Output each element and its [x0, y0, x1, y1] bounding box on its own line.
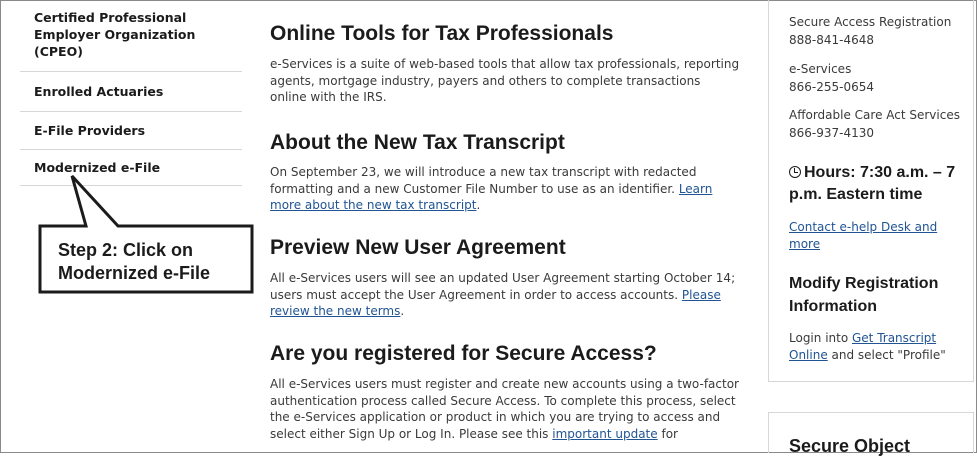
clock-icon	[789, 166, 801, 178]
contact-help-desk-link[interactable]: Contact e-help Desk and	[789, 219, 937, 236]
contact-name: Affordable Care Act Services	[789, 108, 960, 122]
secure-object-panel: Secure Object	[768, 412, 974, 456]
section-heading: About the New Tax Transcript	[270, 131, 565, 154]
modify-registration-heading-line-2: Information	[789, 298, 877, 315]
section-text: All e-Services users will see an updated…	[270, 271, 736, 318]
callout-text: Step 2: Click on Modernized e-File	[58, 239, 238, 285]
important-update-link[interactable]: important update	[552, 427, 657, 441]
hours-heading: Hours: 7:30 a.m. – 7	[789, 162, 955, 184]
contact-phone: 866-937-4130	[789, 126, 875, 140]
get-transcript-link[interactable]: Get Transcript	[852, 331, 936, 345]
section-heading: Are you registered for Secure Access?	[270, 342, 657, 365]
get-transcript-link-online[interactable]: Online	[789, 348, 828, 362]
section-heading: Preview New User Agreement	[270, 236, 566, 259]
callout-line-2: Modernized e-File	[58, 263, 211, 283]
secure-object-heading: Secure Object	[789, 436, 911, 456]
contact-sidebar: Secure Access Registration 888-841-4648 …	[768, 0, 974, 382]
section-text: All e-Services users must register and c…	[270, 377, 739, 441]
modify-registration-heading: Modify Registration	[789, 275, 939, 292]
login-text: Login into Get Transcript	[789, 331, 937, 345]
callout-line-1: Step 2: Click on	[58, 240, 194, 260]
contact-help-desk-link-more[interactable]: more	[789, 236, 820, 253]
contact-name: Secure Access Registration	[789, 15, 952, 29]
contact-name: e-Services	[789, 62, 852, 76]
section-heading: Online Tools for Tax Professionals	[270, 22, 614, 45]
contact-phone: 888-841-4648	[789, 33, 875, 47]
login-text-line-2: Online and select "Profile"	[789, 348, 946, 362]
hours-heading-line-2: p.m. Eastern time	[789, 186, 923, 203]
contact-phone: 866-255-0654	[789, 80, 875, 94]
section-text: On September 23, we will introduce a new…	[270, 165, 713, 212]
section-text: e-Services is a suite of web-based tools…	[270, 57, 740, 104]
